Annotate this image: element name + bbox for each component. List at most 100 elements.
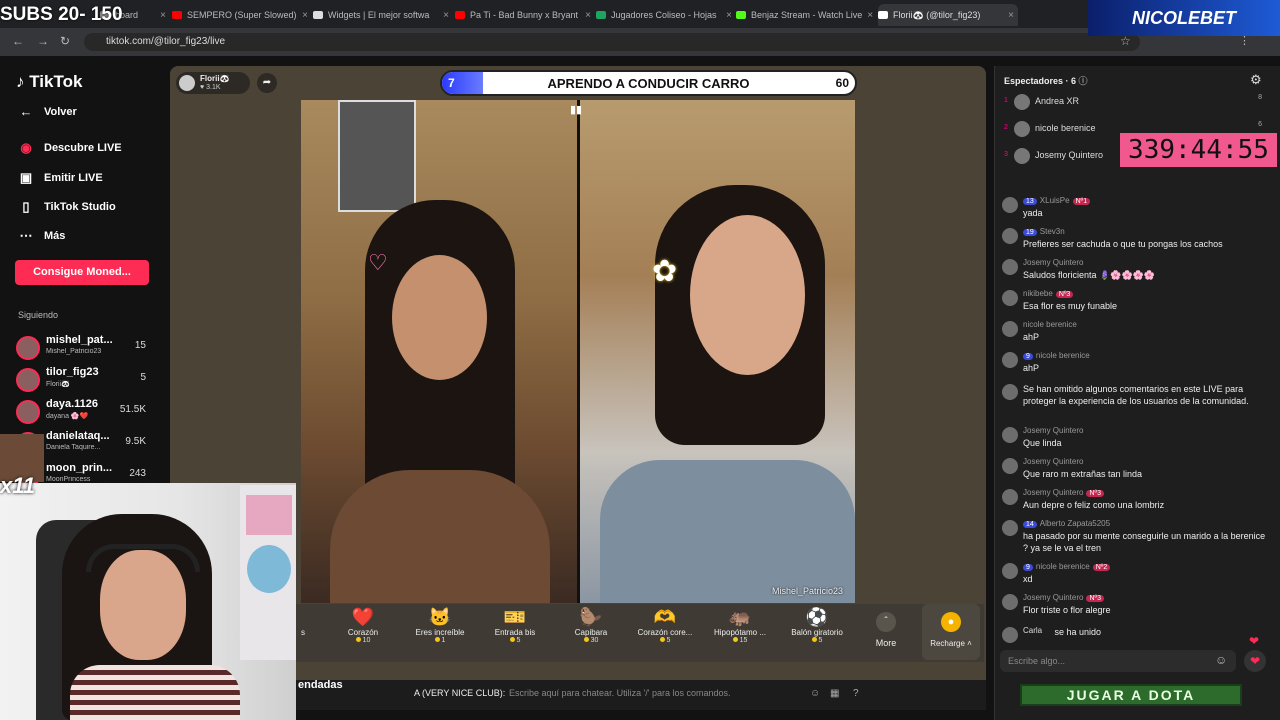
gift-icon: ⚽ <box>805 607 829 627</box>
info-icon[interactable]: ⓘ <box>1079 76 1088 86</box>
close-icon[interactable]: × <box>726 10 736 21</box>
gift-item[interactable]: 🦛 Hipopótamo ... 15 <box>705 606 775 644</box>
streamer-chip[interactable]: Florii🐼 ♥ 3.1K <box>176 72 250 94</box>
gear-icon[interactable]: ⚙ <box>1250 72 1262 88</box>
gift-item[interactable]: 🫶 Corazón core... 5 <box>630 606 700 644</box>
top-viewer-row[interactable]: 1 Andrea XR 8 <box>1004 92 1270 112</box>
gift-name: Hipopótamo ... <box>713 628 767 637</box>
gift-item[interactable]: ❤️ Corazón 10 <box>328 606 398 644</box>
chat-input[interactable]: Escribe algo... <box>1000 650 1236 672</box>
streamer-likes: ♥ 3.1K <box>200 84 221 91</box>
viewer-score: 8 <box>1258 94 1262 101</box>
nav-more[interactable]: ⋯ Más <box>18 228 66 244</box>
message-user[interactable]: Josemy Quintero <box>1023 593 1083 602</box>
forward-icon[interactable]: → <box>37 34 49 48</box>
message-text: Aun depre o feliz como una lombriz <box>1023 500 1165 510</box>
close-icon[interactable]: × <box>160 10 170 21</box>
like-heart-button[interactable]: ❤ <box>1244 650 1266 672</box>
coin-icon <box>732 637 738 642</box>
browser-tab[interactable]: Widgets | El mejor softwa × <box>313 4 453 26</box>
floating-heart-icon: ❤ <box>1249 634 1260 648</box>
audio-bars-icon: ▮▮ <box>570 104 583 116</box>
message-header: Josemy Quintero Nº3 <box>1023 488 1104 497</box>
message-user[interactable]: Alberto Zapata5205 <box>1040 519 1110 528</box>
message-user[interactable]: nicole berenice <box>1023 320 1077 329</box>
message-user[interactable]: XLuisPe <box>1040 196 1070 205</box>
get-coins-button[interactable]: Consigue Moned... <box>15 260 149 285</box>
close-icon[interactable]: × <box>302 10 312 21</box>
gift-item[interactable]: 🦫 Capibara 30 <box>556 606 626 644</box>
following-account[interactable]: tilor_fig23 Florii🐼 5 <box>16 366 166 396</box>
nav-go-live[interactable]: ▣ Emitir LIVE <box>18 170 103 186</box>
browser-tab[interactable]: Jugadores Coliseo - Hojas × <box>596 4 736 26</box>
more-label: More <box>875 638 897 648</box>
account-handle: dayana 🌸❤️ <box>46 413 89 420</box>
live-icon: ◉ <box>20 140 32 155</box>
share-icon[interactable]: ➦ <box>257 73 277 93</box>
subs-overlay: SUBS 20- 150 <box>0 4 123 25</box>
message-header: 9 nicole berenice Nº2 <box>1023 562 1111 571</box>
message-user[interactable]: Josemy Quintero <box>1023 457 1083 466</box>
emoji-icon[interactable]: ☺ <box>1215 653 1227 667</box>
following-account[interactable]: mishel_pat... Mishel_Patricio23 15 <box>16 334 166 364</box>
account-handle: Daniela Taquire... <box>46 444 101 451</box>
bookmark-icon[interactable]: ☆ <box>1120 34 1131 48</box>
url-field[interactable]: tiktok.com/@tilor_fig23/live <box>84 33 1140 51</box>
account-handle: MoonPrincess <box>46 476 91 483</box>
tab-favicon-icon <box>172 11 182 19</box>
gift-item[interactable]: ⚽ Balón giratorio 5 <box>782 606 852 644</box>
gift-item[interactable]: 🐱 Eres increíble 1 <box>405 606 475 644</box>
back-label: Volver <box>44 105 77 118</box>
gift-item[interactable]: 🎫 Entrada bis 5 <box>480 606 550 644</box>
emoji-icon[interactable]: ☺ <box>810 688 820 699</box>
viewer-rank: 3 <box>1004 151 1008 158</box>
right-person-blanket <box>600 460 855 603</box>
message-user[interactable]: Stev3n <box>1040 227 1065 236</box>
message-user[interactable]: Josemy Quintero <box>1023 488 1083 497</box>
nav-label: Emitir LIVE <box>44 172 103 184</box>
translate-icon[interactable]: ▦ <box>830 688 839 699</box>
avatar <box>1014 94 1030 110</box>
message-user[interactable]: Josemy Quintero <box>1023 426 1083 435</box>
help-icon[interactable]: ? <box>853 688 859 699</box>
browser-tab[interactable]: Benjaz Stream - Watch Live × <box>736 4 876 26</box>
tab-favicon-icon <box>596 11 606 19</box>
close-icon[interactable]: × <box>867 10 876 21</box>
nav-studio[interactable]: ▯ TikTok Studio <box>18 199 115 215</box>
close-icon[interactable]: × <box>443 10 453 21</box>
tiktok-logo[interactable]: ♪ TikTok <box>16 72 82 92</box>
following-account[interactable]: daya.1126 dayana 🌸❤️ 51.5K <box>16 398 166 428</box>
avatar <box>1014 121 1030 137</box>
nav-discover-live[interactable]: ◉ Descubre LIVE <box>18 140 121 156</box>
recharge-button[interactable]: ● Recharge ˄ <box>922 604 980 660</box>
back-icon[interactable]: ← <box>12 34 24 48</box>
message-user[interactable]: nikibebe <box>1023 289 1053 298</box>
browser-tab[interactable]: Pa Ti - Bad Bunny x Bryant × <box>455 4 595 26</box>
avatar <box>1002 427 1018 443</box>
more-dots-icon: ⋯ <box>19 228 33 243</box>
tab-favicon-icon <box>878 11 888 19</box>
browser-tab[interactable]: SEMPERO (Super Slowed) × <box>172 4 312 26</box>
back-link[interactable]: ← Volver <box>18 104 77 119</box>
close-icon[interactable]: × <box>1008 10 1018 21</box>
avatar <box>1002 627 1018 643</box>
level-badge: 9 <box>1023 564 1033 571</box>
close-icon[interactable]: × <box>585 10 595 21</box>
more-gifts-button[interactable]: ˆ More <box>872 612 900 648</box>
shelf-items <box>246 495 292 535</box>
gift-icon: 🐱 <box>428 607 452 627</box>
browser-tab[interactable]: Florii🐼 (@tilor_fig23) × <box>878 4 1018 26</box>
gift-price: 5 <box>480 637 550 644</box>
message-user[interactable]: Carla <box>1023 626 1042 635</box>
message-user[interactable]: Josemy Quintero <box>1023 258 1083 267</box>
message-user[interactable]: nicole berenice <box>1036 562 1090 571</box>
message-text: Esa flor es muy funable <box>1023 301 1118 311</box>
gift-item[interactable]: s <box>296 606 310 637</box>
account-handle: Mishel_Patricio23 <box>46 348 102 355</box>
system-notice: Se han omitido algunos comentarios en es… <box>1023 384 1249 406</box>
message-user[interactable]: nicole berenice <box>1036 351 1090 360</box>
account-name: moon_prin... <box>46 462 112 474</box>
stream-chat-input[interactable]: Escribe aquí para chatear. Utiliza '/' p… <box>509 688 731 698</box>
reload-icon[interactable]: ↻ <box>60 34 70 48</box>
message-text: Que raro m extrañas tan linda <box>1023 469 1143 479</box>
